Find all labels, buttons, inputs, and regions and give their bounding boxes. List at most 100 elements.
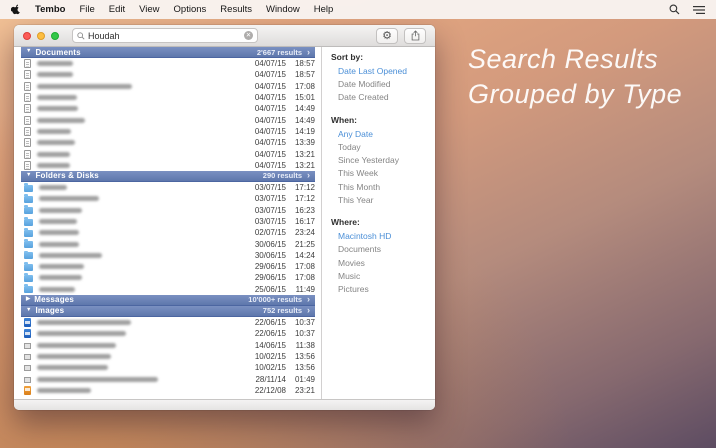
section-header-images[interactable]: ▼Images752 results› [21, 306, 315, 317]
redacted-file-name [37, 343, 116, 348]
result-row[interactable]: 25/06/1511:49 [21, 284, 315, 295]
notification-center-icon[interactable] [693, 5, 705, 15]
result-row[interactable]: 22/12/0823:21 [21, 385, 315, 396]
document-icon [24, 161, 31, 170]
menu-item-window[interactable]: Window [266, 4, 300, 15]
window-title-bar[interactable]: ⚙ [14, 25, 435, 47]
result-row[interactable]: 22/06/1510:37 [21, 328, 315, 339]
result-row[interactable]: 03/07/1516:23 [21, 205, 315, 216]
result-row[interactable]: 03/07/1517:12 [21, 182, 315, 193]
chevron-right-icon[interactable]: › [307, 48, 310, 57]
result-row[interactable]: 10/02/1513:56 [21, 351, 315, 362]
date-cell: 04/07/15 [246, 104, 286, 113]
disclosure-triangle-icon[interactable]: ▼ [26, 173, 31, 179]
traffic-lights [23, 32, 59, 40]
sidebar-item-this-month[interactable]: This Month [338, 182, 431, 192]
sidebar-item-date-last-opened[interactable]: Date Last Opened [338, 66, 431, 76]
result-row[interactable]: 04/07/1513:21 [21, 160, 315, 171]
redacted-file-name [37, 163, 70, 168]
sidebar-item-movies[interactable]: Movies [338, 258, 431, 268]
result-row[interactable]: 04/07/1514:19 [21, 126, 315, 137]
spotlight-search-icon[interactable] [669, 4, 680, 15]
folder-icon [24, 196, 33, 203]
result-row[interactable]: 29/06/1517:08 [21, 272, 315, 283]
sidebar-group-label: Where: [331, 217, 431, 227]
result-row[interactable]: 29/06/1517:08 [21, 261, 315, 272]
action-gear-button[interactable]: ⚙ [376, 28, 398, 44]
result-row[interactable]: 14/06/1511:38 [21, 340, 315, 351]
date-cell: 04/07/15 [246, 150, 286, 159]
section-header-messages[interactable]: ▶Messages10'000+ results› [21, 295, 315, 306]
disclosure-triangle-icon[interactable]: ▼ [26, 308, 31, 314]
result-row[interactable]: 03/07/1516:17 [21, 216, 315, 227]
menu-item-options[interactable]: Options [174, 4, 207, 15]
redacted-file-name [39, 208, 82, 213]
disclosure-triangle-icon[interactable]: ▼ [26, 49, 31, 55]
redacted-file-name [37, 331, 126, 336]
search-input[interactable] [88, 31, 244, 41]
sidebar-item-since-yesterday[interactable]: Since Yesterday [338, 155, 431, 165]
sidebar-item-documents[interactable]: Documents [338, 244, 431, 254]
result-row[interactable]: 10/02/1513:56 [21, 362, 315, 373]
sidebar-item-date-created[interactable]: Date Created [338, 92, 431, 102]
result-row[interactable]: 30/06/1514:24 [21, 250, 315, 261]
menu-item-file[interactable]: File [79, 4, 94, 15]
result-row[interactable]: 04/07/1515:01 [21, 92, 315, 103]
sidebar-item-music[interactable]: Music [338, 271, 431, 281]
result-row[interactable]: 04/07/1513:21 [21, 148, 315, 159]
sidebar-item-today[interactable]: Today [338, 142, 431, 152]
sidebar-item-pictures[interactable]: Pictures [338, 284, 431, 294]
menu-item-help[interactable]: Help [314, 4, 334, 15]
gear-icon: ⚙ [382, 30, 392, 41]
result-row[interactable]: 04/07/1514:49 [21, 103, 315, 114]
result-row[interactable]: 04/07/1513:39 [21, 137, 315, 148]
date-cell: 22/06/15 [246, 329, 286, 338]
result-row[interactable]: 04/07/1518:57 [21, 58, 315, 69]
menu-item-edit[interactable]: Edit [109, 4, 125, 15]
chevron-right-icon[interactable]: › [307, 295, 310, 304]
minimize-button[interactable] [37, 32, 45, 40]
date-cell: 29/06/15 [246, 262, 286, 271]
date-cell: 14/06/15 [246, 341, 286, 350]
result-row[interactable]: 30/06/1521:25 [21, 238, 315, 249]
menu-item-tembo[interactable]: Tembo [35, 4, 65, 15]
result-row[interactable]: 22/06/1510:37 [21, 317, 315, 328]
apple-menu[interactable] [11, 4, 21, 16]
result-row[interactable]: 03/07/1517:12 [21, 193, 315, 204]
redacted-file-name [39, 253, 102, 258]
section-title: Documents [35, 48, 256, 57]
sidebar-item-this-week[interactable]: This Week [338, 168, 431, 178]
menu-item-view[interactable]: View [139, 4, 159, 15]
zoom-button[interactable] [51, 32, 59, 40]
filter-sidebar: Sort by:Date Last OpenedDate ModifiedDat… [321, 47, 435, 399]
chevron-right-icon[interactable]: › [307, 306, 310, 315]
disclosure-triangle-icon[interactable]: ▶ [26, 297, 30, 303]
section-header-documents[interactable]: ▼Documents2'667 results› [21, 47, 315, 58]
menu-item-results[interactable]: Results [220, 4, 252, 15]
date-cell: 04/07/15 [246, 161, 286, 170]
time-cell: 13:21 [286, 150, 315, 159]
sidebar-item-macintosh-hd[interactable]: Macintosh HD [338, 231, 431, 241]
result-row[interactable]: 28/11/1401:49 [21, 373, 315, 384]
sidebar-item-any-date[interactable]: Any Date [338, 129, 431, 139]
result-row[interactable]: 02/07/1523:24 [21, 227, 315, 238]
section-header-folders-disks[interactable]: ▼Folders & Disks290 results› [21, 171, 315, 182]
chevron-right-icon[interactable]: › [307, 171, 310, 180]
search-field[interactable] [72, 28, 258, 43]
document-icon [24, 82, 31, 91]
time-cell: 17:08 [286, 82, 315, 91]
close-button[interactable] [23, 32, 31, 40]
redacted-file-name [39, 275, 82, 280]
redacted-file-name [37, 84, 132, 89]
sidebar-item-date-modified[interactable]: Date Modified [338, 79, 431, 89]
result-row[interactable]: 04/07/1518:57 [21, 69, 315, 80]
clear-search-icon[interactable] [244, 31, 253, 40]
share-button[interactable] [404, 28, 426, 44]
time-cell: 14:49 [286, 116, 315, 125]
result-row[interactable]: 04/07/1514:49 [21, 114, 315, 125]
sidebar-item-this-year[interactable]: This Year [338, 195, 431, 205]
result-row[interactable]: 04/07/1517:08 [21, 81, 315, 92]
desktop: Tembo File Edit View Options Results Window Hel… [0, 0, 716, 448]
time-cell: 13:56 [286, 363, 315, 372]
section-results-count: 290 results [263, 171, 302, 180]
